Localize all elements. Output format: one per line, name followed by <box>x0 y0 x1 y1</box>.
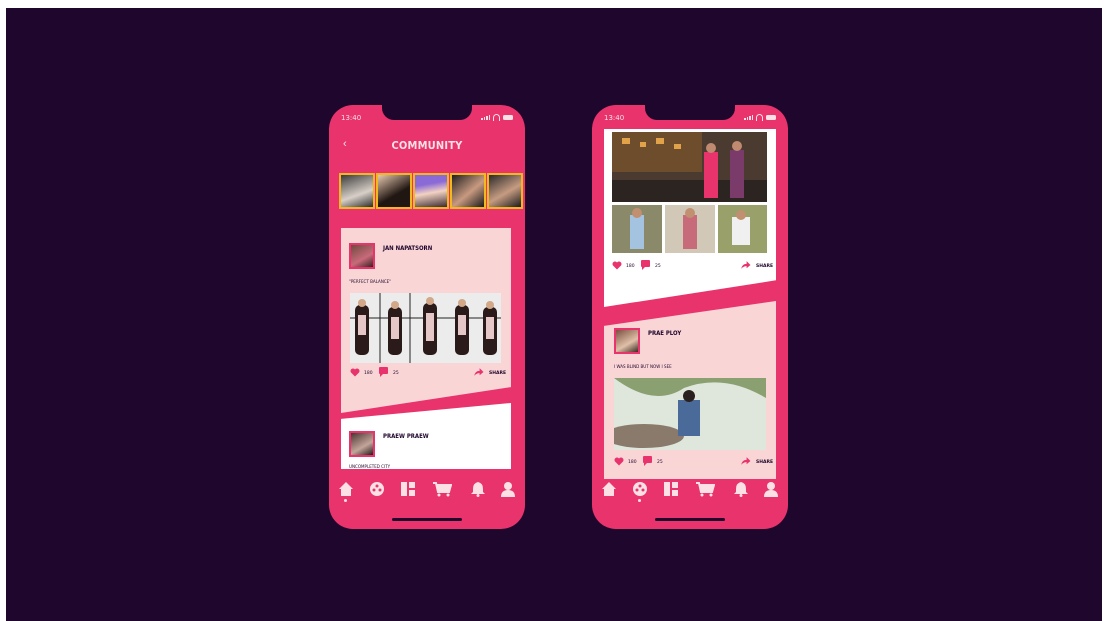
post-caption: I WAS BLIND BUT NOW I SEE <box>614 365 672 370</box>
like-heart-icon[interactable] <box>350 368 360 377</box>
phone-feed: 13:40 180 25 SHARE PRAE PLOY I WAS BLIND… <box>592 105 788 529</box>
page-title: COMMUNITY <box>391 139 463 152</box>
post-caption: "PERFECT BALANCE" <box>349 280 392 285</box>
post-username[interactable]: JAN NAPATSORN <box>383 245 432 252</box>
runway-photo <box>350 293 501 363</box>
home-indicator <box>392 518 462 521</box>
bottom-nav <box>592 481 788 503</box>
story-avatar[interactable] <box>339 173 375 209</box>
grid-icon[interactable] <box>663 481 679 497</box>
comment-count: 25 <box>657 460 663 465</box>
avatar[interactable] <box>349 243 375 269</box>
avatar[interactable] <box>349 431 375 457</box>
post-card: JAN NAPATSORN "PERFECT BALANCE" 180 25 S… <box>341 228 511 413</box>
share-arrow-icon[interactable] <box>473 367 484 377</box>
post-username[interactable]: PRAEW PRAEW <box>383 433 429 440</box>
signal-icon <box>744 115 753 120</box>
post-card: PRAE PLOY I WAS BLIND BUT NOW I SEE 180 … <box>604 301 776 479</box>
like-heart-icon[interactable] <box>614 457 624 466</box>
post-actions: 180 25 SHARE <box>612 260 773 272</box>
home-icon[interactable] <box>338 481 354 497</box>
comment-icon[interactable] <box>641 260 650 270</box>
post-photo[interactable] <box>665 205 715 253</box>
cart-icon[interactable] <box>432 481 452 497</box>
home-indicator <box>655 518 725 521</box>
story-avatar[interactable] <box>376 173 412 209</box>
active-dot <box>638 499 641 502</box>
post-username[interactable]: PRAE PLOY <box>648 330 681 337</box>
profile-icon[interactable] <box>763 481 779 497</box>
post-actions: 180 25 SHARE <box>614 456 774 468</box>
status-time: 13:40 <box>341 114 362 122</box>
profile-icon[interactable] <box>500 481 516 497</box>
post-photo[interactable] <box>718 205 767 253</box>
post-actions: 180 25 SHARE <box>350 367 506 379</box>
like-count: 180 <box>364 371 373 376</box>
signal-icon <box>481 115 490 120</box>
status-time: 13:40 <box>604 114 625 122</box>
community-icon[interactable] <box>369 481 385 497</box>
post-photo[interactable] <box>614 378 766 450</box>
share-label[interactable]: SHARE <box>756 460 773 465</box>
photo-thumb <box>718 205 767 253</box>
photo-thumb <box>665 205 715 253</box>
notch <box>645 105 735 120</box>
avatar[interactable] <box>614 328 640 354</box>
battery-icon <box>503 115 513 120</box>
post-caption: UNCOMPLETED CITY <box>349 465 391 470</box>
like-count: 180 <box>628 460 637 465</box>
status-icons <box>481 114 513 121</box>
story-avatar[interactable] <box>413 173 449 209</box>
comment-count: 25 <box>655 264 661 269</box>
active-dot <box>344 499 347 502</box>
battery-icon <box>766 115 776 120</box>
canvas: 13:40 ‹ COMMUNITY JAN NAPATSORN "PERFECT… <box>6 8 1102 621</box>
post-photo[interactable] <box>350 293 501 363</box>
post-card: 180 25 SHARE <box>604 129 776 307</box>
post-photo[interactable] <box>612 132 767 202</box>
comment-icon[interactable] <box>379 367 388 377</box>
story-avatar[interactable] <box>450 173 486 209</box>
wifi-icon <box>756 114 763 121</box>
wifi-icon <box>493 114 500 121</box>
post-photo[interactable] <box>612 205 662 253</box>
street-photo <box>612 132 767 202</box>
outdoor-photo <box>614 378 766 450</box>
stories-row <box>339 173 523 211</box>
status-icons <box>744 114 776 121</box>
share-arrow-icon[interactable] <box>740 456 751 466</box>
comment-icon[interactable] <box>643 456 652 466</box>
post-card: PRAEW PRAEW UNCOMPLETED CITY <box>341 403 511 469</box>
grid-icon[interactable] <box>400 481 416 497</box>
phone-community: 13:40 ‹ COMMUNITY JAN NAPATSORN "PERFECT… <box>329 105 525 529</box>
bell-icon[interactable] <box>470 481 486 497</box>
notch <box>382 105 472 120</box>
like-heart-icon[interactable] <box>612 261 622 270</box>
photo-thumb <box>612 205 662 253</box>
share-arrow-icon[interactable] <box>740 260 751 270</box>
cart-icon[interactable] <box>695 481 715 497</box>
story-avatar[interactable] <box>487 173 523 209</box>
community-icon[interactable] <box>632 481 648 497</box>
bell-icon[interactable] <box>733 481 749 497</box>
share-label[interactable]: SHARE <box>489 371 506 376</box>
like-count: 180 <box>626 264 635 269</box>
comment-count: 25 <box>393 371 399 376</box>
share-label[interactable]: SHARE <box>756 264 773 269</box>
home-icon[interactable] <box>601 481 617 497</box>
bottom-nav <box>329 481 525 503</box>
